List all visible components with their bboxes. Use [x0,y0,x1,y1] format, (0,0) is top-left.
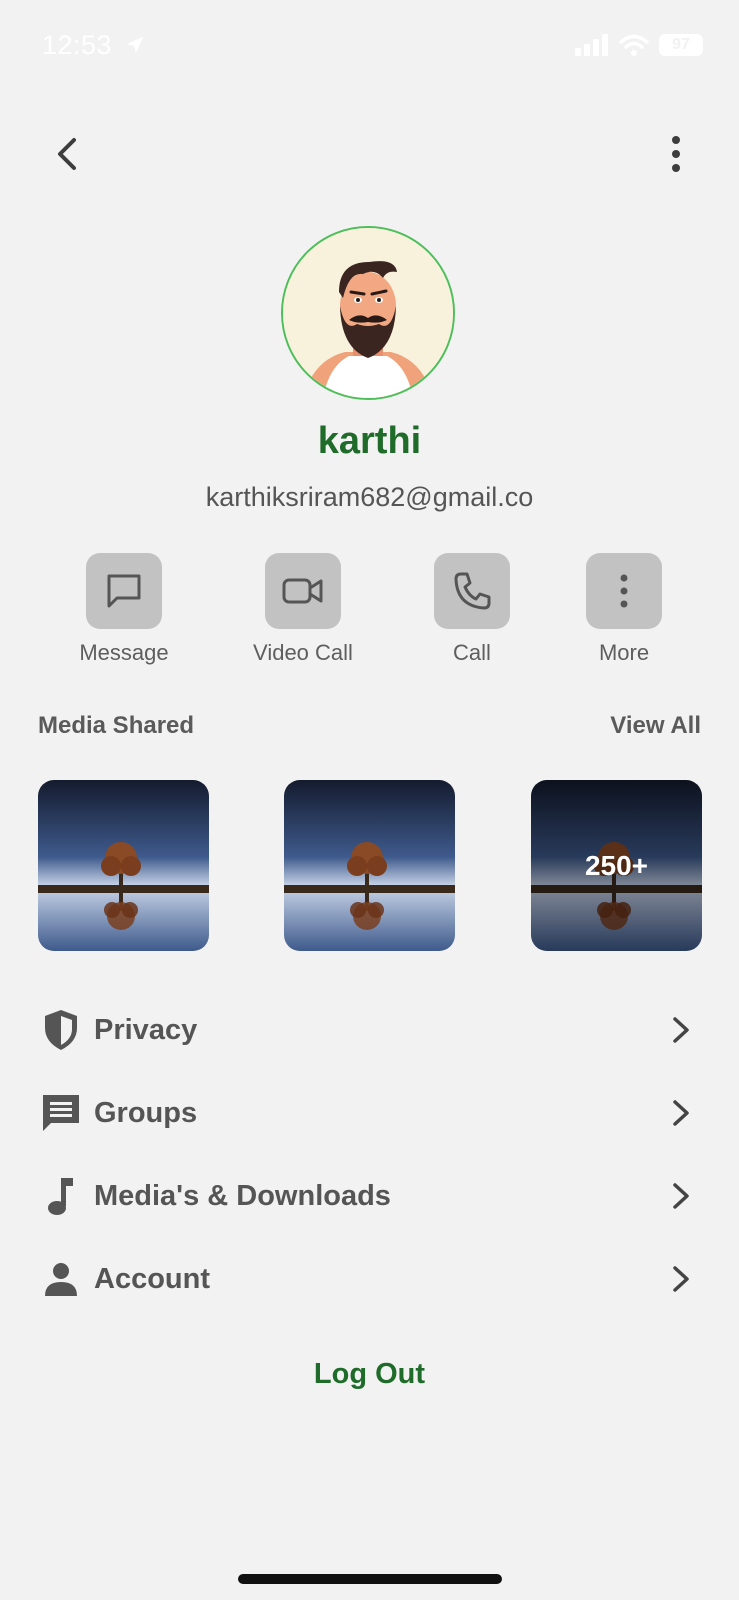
menu-item-label: Privacy [94,1013,198,1046]
chevron-right-icon [661,1093,701,1133]
media-overflow-count: 250+ [531,780,702,951]
phone-icon [454,572,491,610]
chevron-right-icon [661,1010,701,1050]
status-time: 12:53 [42,30,146,61]
view-all-link[interactable]: View All [610,712,701,740]
media-thumbnail-2[interactable] [284,780,455,951]
music-note-icon [38,1173,84,1219]
location-arrow-icon [126,36,144,54]
battery-indicator: 97 [659,34,703,56]
wifi-icon [619,34,649,56]
chevron-left-icon [58,138,76,170]
battery-level: 97 [672,36,690,53]
more-button[interactable] [586,553,662,629]
menu-item-media-downloads[interactable]: Media's & Downloads [38,1166,701,1226]
media-shared-title: Media Shared [38,712,195,739]
avatar [281,226,455,400]
home-indicator[interactable] [238,1574,502,1584]
call-button[interactable] [434,553,510,629]
video-call-button[interactable] [265,553,341,629]
video-call-button-tile[interactable] [265,553,341,629]
message-button-tile[interactable] [86,553,162,629]
more-button-tile[interactable] [586,553,662,629]
call-button-tile[interactable] [434,553,510,629]
chat-icon [38,1090,84,1136]
profile-name: karthi [317,420,422,462]
shield-icon [38,1007,84,1053]
message-label: Message [79,640,169,665]
menu-item-groups[interactable]: Groups [38,1083,701,1143]
message-icon [107,574,141,608]
menu-item-account[interactable]: Account [38,1249,701,1309]
video-call-icon [282,578,323,604]
person-icon [38,1256,84,1302]
media-image-1 [38,780,209,951]
menu-item-label: Media's & Downloads [94,1179,391,1212]
overflow-menu-button[interactable] [656,134,696,174]
menu-item-privacy[interactable]: Privacy [38,1000,701,1060]
call-label: Call [453,640,491,665]
status-time-text: 12:53 [42,30,113,60]
status-icons: 97 [575,34,703,56]
chevron-right-icon [661,1176,701,1216]
more-vertical-icon [672,136,680,172]
more-vertical-icon [620,574,628,608]
back-button[interactable] [48,134,88,174]
signal-icon [575,34,608,56]
menu-item-label: Account [94,1262,210,1295]
media-image-2 [284,780,455,951]
chevron-right-icon [661,1259,701,1299]
avatar-illustration [283,228,453,398]
logout-button[interactable]: Log Out [0,1358,739,1391]
media-thumbnail-more[interactable]: 250+ [531,780,702,951]
more-label: More [598,640,650,665]
media-thumbnail-1[interactable] [38,780,209,951]
profile-email: karthiksriram682@gmail.co [205,482,534,512]
menu-item-label: Groups [94,1096,198,1129]
message-button[interactable] [86,553,162,629]
video-call-label: Video Call [253,640,353,665]
